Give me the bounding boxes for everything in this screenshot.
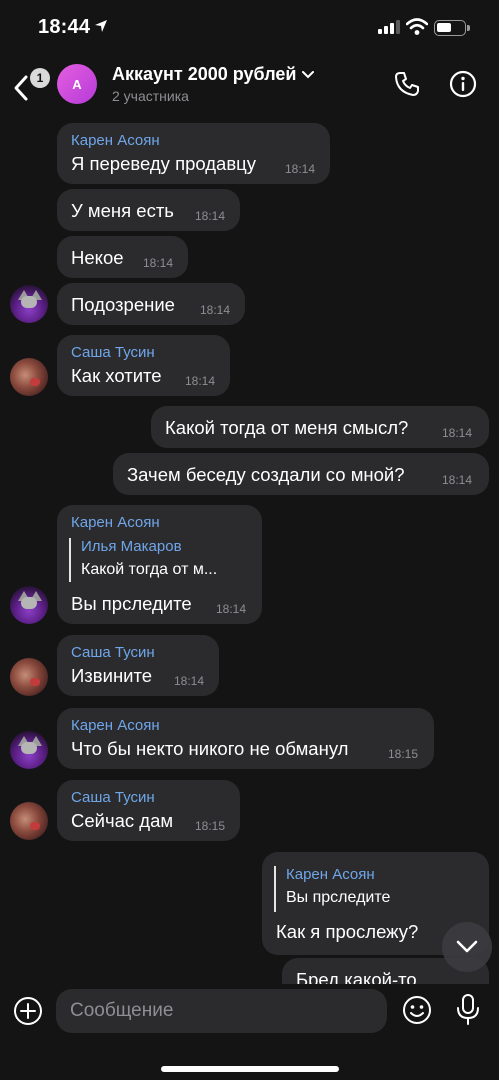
message-author: Карен Асоян: [71, 514, 160, 531]
message-author: Саша Тусин: [71, 644, 155, 661]
reply-quote[interactable]: Илья Макаров Какой тогда от м...: [69, 538, 217, 582]
message-time: 18:14: [195, 209, 226, 223]
microphone-icon[interactable]: [454, 993, 482, 1027]
message-bubble[interactable]: Саша Тусин Как хотите 18:14: [57, 335, 230, 396]
message-text: Как я прослежу?: [276, 921, 419, 942]
message-text: Некое: [71, 247, 124, 268]
message-text: У меня есть: [71, 200, 174, 221]
message-text: Какой тогда от меня смысл?: [165, 417, 409, 438]
location-arrow-icon: [95, 20, 107, 32]
message-bubble[interactable]: Саша Тусин Сейчас дам 18:15: [57, 780, 240, 841]
reply-text: Какой тогда от м...: [81, 561, 218, 578]
message-author: Саша Тусин: [71, 789, 155, 806]
message-time: 18:14: [174, 674, 205, 688]
unread-badge: 1: [30, 68, 50, 88]
home-indicator: [161, 1066, 339, 1072]
message-time: 18:14: [442, 473, 473, 487]
message-list[interactable]: Карен Асоян Я переведу продавцу 18:14 У …: [0, 116, 499, 984]
message-time: 18:14: [185, 374, 216, 388]
message-time: 18:14: [285, 162, 316, 176]
message-text: Бред какой-то: [296, 969, 417, 984]
message-text: Как хотите: [71, 365, 162, 386]
status-bar: 18:44: [0, 0, 499, 56]
message-bubble[interactable]: Саша Тусин Извините 18:14: [57, 635, 219, 696]
cellular-signal-icon: [378, 20, 400, 34]
chevron-down-icon: [302, 70, 315, 78]
chat-header: 1 А Аккаунт 2000 рублей 2 участника: [0, 56, 499, 116]
message-bubble[interactable]: Карен Асоян Я переведу продавцу 18:14: [57, 123, 330, 184]
reply-text: Вы прследите: [286, 889, 391, 906]
message-bubble[interactable]: Карен Асоян Илья Макаров Какой тогда от …: [57, 505, 262, 624]
reply-quote[interactable]: Карен Асоян Вы прследите: [274, 866, 390, 912]
message-bubble[interactable]: Карен Асоян Что бы некто никого не обман…: [57, 708, 434, 769]
message-bubble[interactable]: Подозрение 18:14: [57, 283, 245, 325]
message-text: Что бы некто никого не обманул: [71, 738, 349, 759]
chevron-left-icon: [14, 75, 28, 101]
avatar[interactable]: [10, 658, 48, 696]
battery-icon: [434, 20, 470, 36]
message-time: 18:14: [200, 303, 231, 317]
status-time: 18:44: [38, 16, 91, 38]
info-icon[interactable]: [449, 70, 477, 98]
message-bubble[interactable]: У меня есть 18:14: [57, 189, 240, 231]
message-author: Саша Тусин: [71, 344, 155, 361]
avatar[interactable]: [10, 358, 48, 396]
message-author: Карен Асоян: [71, 132, 160, 149]
message-text: Сейчас дам: [71, 810, 174, 831]
composer: [0, 984, 499, 1080]
smiley-icon[interactable]: [402, 995, 432, 1025]
message-text: Извините: [71, 665, 153, 686]
message-author: Карен Асоян: [71, 717, 160, 734]
message-time: 18:15: [388, 747, 419, 761]
chat-avatar[interactable]: А: [57, 64, 97, 104]
reply-author: Карен Асоян: [286, 866, 375, 883]
message-bubble-outgoing[interactable]: Зачем беседу создали со мной? 18:14: [113, 453, 489, 495]
phone-icon[interactable]: [393, 70, 421, 98]
message-text: Зачем беседу создали со мной?: [127, 464, 405, 485]
message-time: 18:14: [216, 602, 247, 616]
reply-author: Илья Макаров: [81, 538, 182, 555]
avatar[interactable]: [10, 731, 48, 769]
message-input[interactable]: [56, 989, 387, 1033]
avatar[interactable]: [10, 285, 48, 323]
chat-title-button[interactable]: Аккаунт 2000 рублей: [112, 64, 315, 85]
message-text: Я переведу продавцу: [71, 153, 257, 174]
message-time: 18:14: [143, 256, 174, 270]
plus-circle-icon[interactable]: [13, 996, 43, 1026]
chat-title: Аккаунт 2000 рублей: [112, 64, 297, 84]
wifi-icon: [406, 18, 428, 35]
back-button[interactable]: 1: [8, 60, 50, 108]
avatar[interactable]: [10, 586, 48, 624]
scroll-to-bottom-button[interactable]: [442, 922, 492, 972]
chevron-down-icon: [456, 940, 478, 953]
message-time: 18:14: [442, 426, 473, 440]
message-text: Вы прследите: [71, 593, 192, 614]
avatar[interactable]: [10, 802, 48, 840]
message-bubble[interactable]: Некое 18:14: [57, 236, 188, 278]
message-text: Подозрение: [71, 294, 175, 315]
message-time: 18:15: [195, 819, 226, 833]
chat-subtitle: 2 участника: [112, 88, 189, 104]
message-bubble-outgoing[interactable]: Какой тогда от меня смысл? 18:14: [151, 406, 489, 448]
